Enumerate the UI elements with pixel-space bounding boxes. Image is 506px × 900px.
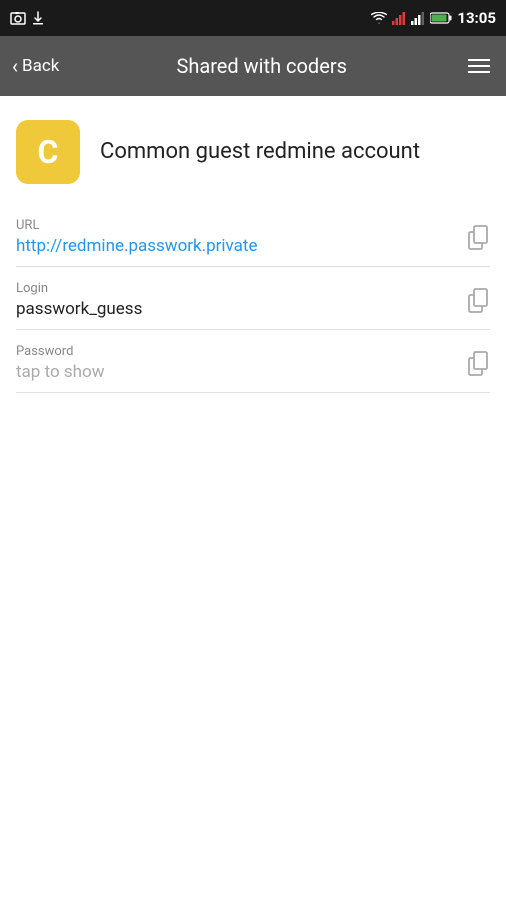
status-bar: 13:05: [0, 0, 506, 36]
hamburger-line-2: [468, 65, 490, 67]
account-header: C Common guest redmine account: [0, 96, 506, 204]
password-field-content: Password tap to show: [16, 344, 456, 382]
login-copy-button[interactable]: [468, 288, 490, 313]
fields-container: URL http://redmine.passwork.private Logi…: [0, 204, 506, 393]
navbar: ‹ Back Shared with coders: [0, 36, 506, 96]
account-avatar: C: [16, 120, 80, 184]
wifi-icon: [371, 12, 387, 24]
url-label: URL: [16, 218, 456, 233]
login-field-content: Login passwork_guess: [16, 281, 456, 319]
status-bar-right: 13:05: [371, 9, 496, 27]
status-time: 13:05: [457, 9, 496, 27]
account-name: Common guest redmine account: [100, 139, 420, 165]
navbar-title: Shared with coders: [59, 54, 464, 78]
hamburger-line-3: [468, 71, 490, 73]
url-value[interactable]: http://redmine.passwork.private: [16, 236, 456, 256]
back-label: Back: [22, 56, 59, 76]
battery-icon: [430, 12, 452, 24]
url-field-content: URL http://redmine.passwork.private: [16, 218, 456, 256]
screenshot-icon: [10, 11, 26, 25]
url-copy-button[interactable]: [468, 225, 490, 250]
password-label: Password: [16, 344, 456, 359]
copy-icon-svg-password: [468, 351, 490, 376]
menu-button[interactable]: [464, 59, 494, 73]
password-value[interactable]: tap to show: [16, 362, 456, 382]
password-field-row: Password tap to show: [16, 330, 490, 393]
hamburger-line-1: [468, 59, 490, 61]
back-arrow-icon: ‹: [12, 54, 18, 78]
download-icon: [32, 11, 44, 25]
status-bar-left: [10, 11, 44, 25]
login-field-row: Login passwork_guess: [16, 267, 490, 330]
copy-icon-svg-login: [468, 288, 490, 313]
login-value[interactable]: passwork_guess: [16, 299, 456, 319]
copy-icon-svg: [468, 225, 490, 250]
password-copy-button[interactable]: [468, 351, 490, 376]
signal2-icon: [411, 12, 425, 25]
login-label: Login: [16, 281, 456, 296]
avatar-letter: C: [38, 133, 59, 171]
signal1-icon: [392, 12, 406, 25]
url-field-row: URL http://redmine.passwork.private: [16, 204, 490, 267]
back-button[interactable]: ‹ Back: [12, 54, 59, 78]
